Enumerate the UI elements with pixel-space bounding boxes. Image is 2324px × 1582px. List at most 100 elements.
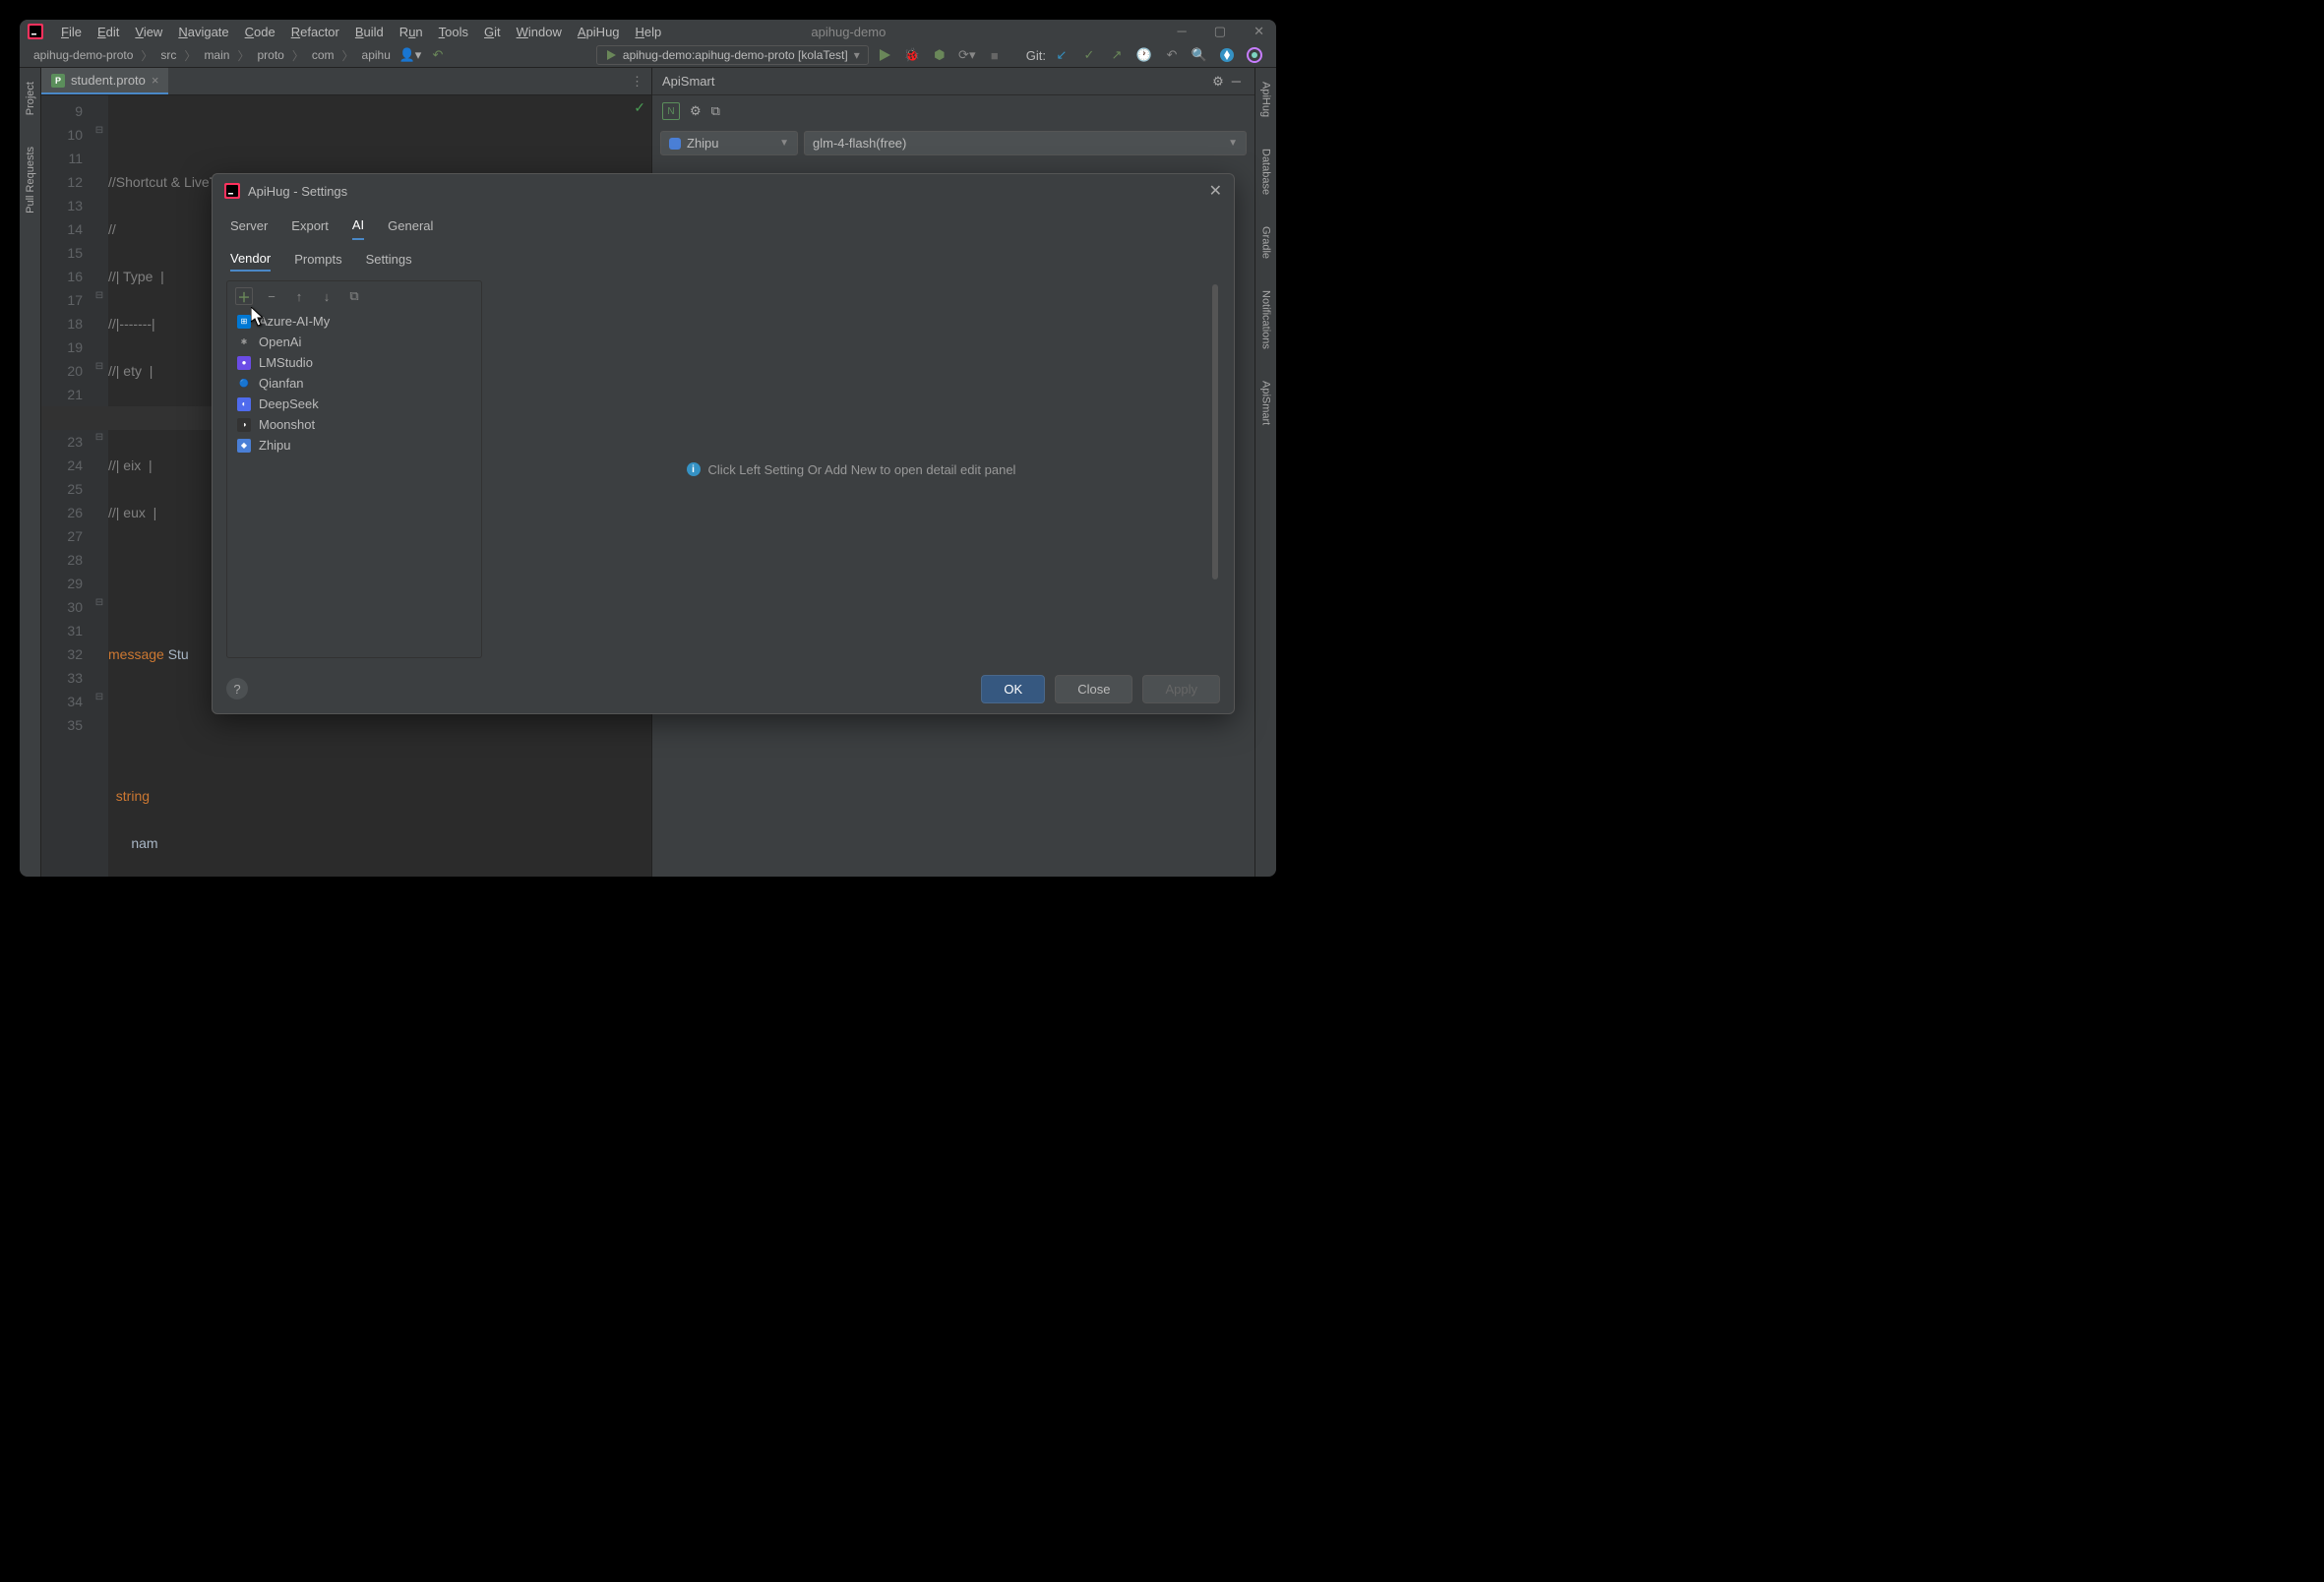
maximize-button[interactable]: ▢: [1210, 20, 1230, 43]
vendor-detail-panel: i Click Left Setting Or Add New to open …: [482, 280, 1220, 658]
run-config-label: apihug-demo:apihug-demo-proto [kolaTest]: [623, 48, 848, 62]
copy-vendor-button[interactable]: ⧉: [345, 287, 363, 305]
close-button[interactable]: ✕: [1250, 20, 1268, 43]
vendor-item-openai[interactable]: ✱OpenAi: [227, 332, 481, 352]
coverage-button[interactable]: ⬢: [928, 43, 951, 67]
right-tool-gutter: ApiHug Database Gradle Notifications Api…: [1254, 68, 1276, 877]
crumb[interactable]: com: [308, 46, 338, 64]
search-icon[interactable]: 🔍: [1188, 43, 1211, 67]
crumb[interactable]: src: [156, 46, 180, 64]
user-icon[interactable]: 👤▾: [398, 43, 422, 67]
tool-gradle[interactable]: Gradle: [1260, 220, 1272, 265]
dialog-secondary-tabs: Vendor Prompts Settings: [213, 243, 1234, 274]
apihug-icon[interactable]: [1243, 43, 1266, 67]
chat-settings-icon[interactable]: ⚙: [690, 103, 702, 119]
remove-vendor-button[interactable]: −: [263, 287, 280, 305]
vendor-toolbar: ＋ − ↑ ↓ ⧉: [227, 281, 481, 311]
vendor-item-qianfan[interactable]: 🔵Qianfan: [227, 373, 481, 394]
inspection-ok-icon[interactable]: ✓: [634, 99, 645, 116]
move-up-button[interactable]: ↑: [290, 287, 308, 305]
debug-button[interactable]: 🐞: [900, 43, 924, 67]
tool-apihug[interactable]: ApiHug: [1260, 76, 1272, 123]
move-down-button[interactable]: ↓: [318, 287, 336, 305]
menu-view[interactable]: View: [129, 21, 168, 43]
dialog-scrollbar[interactable]: [1212, 284, 1218, 579]
menu-code[interactable]: Code: [239, 21, 281, 43]
tab-ai[interactable]: AI: [352, 212, 364, 240]
tab-vendor[interactable]: Vendor: [230, 247, 271, 272]
copy-icon[interactable]: ⧉: [711, 103, 720, 119]
add-vendor-button[interactable]: ＋: [235, 287, 253, 305]
crumb[interactable]: apihug-demo-proto: [30, 46, 137, 64]
ok-button[interactable]: OK: [981, 675, 1045, 703]
panel-title: ApiSmart: [662, 74, 1208, 89]
menu-git[interactable]: Git: [478, 21, 507, 43]
minimize-button[interactable]: ─: [1174, 20, 1191, 43]
profile-button[interactable]: ⟳▾: [955, 43, 979, 67]
vendor-item-azure[interactable]: ⊞Azure-AI-My: [227, 311, 481, 332]
git-history-icon[interactable]: 🕐: [1132, 43, 1156, 67]
tab-server[interactable]: Server: [230, 213, 268, 239]
menu-window[interactable]: Window: [511, 21, 568, 43]
menu-refactor[interactable]: Refactor: [285, 21, 345, 43]
crumb[interactable]: main: [200, 46, 233, 64]
breadcrumb[interactable]: apihug-demo-proto〉 src〉 main〉 proto〉 com…: [30, 46, 395, 64]
lmstudio-icon: ●: [237, 356, 251, 370]
panel-toolbar: N ⚙ ⧉: [652, 95, 1254, 127]
tab-export[interactable]: Export: [291, 213, 329, 239]
menu-navigate[interactable]: Navigate: [172, 21, 234, 43]
tab-menu-icon[interactable]: ⋮: [623, 74, 651, 90]
panel-settings-icon[interactable]: ⚙: [1208, 74, 1228, 90]
tab-settings[interactable]: Settings: [366, 248, 412, 271]
model-select[interactable]: glm-4-flash(free) ▼: [804, 131, 1247, 155]
menu-help[interactable]: Help: [630, 21, 668, 43]
menu-tools[interactable]: Tools: [433, 21, 474, 43]
git-rollback-icon[interactable]: ↶: [1160, 43, 1184, 67]
run-button[interactable]: [873, 43, 896, 67]
dialog-body: ＋ − ↑ ↓ ⧉ ⊞Azure-AI-My ✱OpenAi ●LMStudio…: [213, 274, 1234, 664]
menu-apihug[interactable]: ApiHug: [572, 21, 626, 43]
dialog-close-icon[interactable]: ✕: [1209, 181, 1222, 201]
vendor-item-zhipu[interactable]: ◆Zhipu: [227, 435, 481, 456]
tool-pullrequests[interactable]: Pull Requests: [25, 141, 36, 219]
panel-hide-icon[interactable]: ─: [1228, 74, 1245, 89]
close-tab-icon[interactable]: ×: [152, 73, 159, 88]
settings-dialog: ApiHug - Settings ✕ Server Export AI Gen…: [212, 173, 1235, 714]
git-push-icon[interactable]: ↗: [1105, 43, 1129, 67]
git-commit-icon[interactable]: ✓: [1077, 43, 1101, 67]
tool-database[interactable]: Database: [1260, 143, 1272, 201]
azure-icon: ⊞: [237, 315, 251, 329]
vendor-item-deepseek[interactable]: ◐DeepSeek: [227, 394, 481, 414]
vendor-item-lmstudio[interactable]: ●LMStudio: [227, 352, 481, 373]
tab; prompts[interactable]: Prompts: [294, 248, 341, 271]
tool-notifications[interactable]: Notifications: [1260, 284, 1272, 355]
run-config-select[interactable]: apihug-demo:apihug-demo-proto [kolaTest]…: [596, 45, 869, 65]
proto-file-icon: P: [51, 74, 65, 88]
close-button[interactable]: Close: [1055, 675, 1132, 703]
vendor-item-moonshot[interactable]: ◑Moonshot: [227, 414, 481, 435]
apply-button[interactable]: Apply: [1142, 675, 1220, 703]
crumb[interactable]: apihu: [358, 46, 395, 64]
git-update-icon[interactable]: ↙: [1050, 43, 1073, 67]
editor-tabs: P student.proto × ⋮: [41, 68, 651, 95]
tool-project[interactable]: Project: [25, 76, 36, 121]
project-name: apihug-demo: [811, 25, 886, 39]
help-button[interactable]: ?: [226, 678, 248, 700]
stop-button[interactable]: ■: [983, 43, 1007, 67]
menu-build[interactable]: Build: [349, 21, 390, 43]
tool-apismart[interactable]: ApiSmart: [1260, 375, 1272, 431]
line-numbers: 9101112131415161718192021222324252627282…: [41, 95, 91, 877]
menu-edit[interactable]: Edit: [92, 21, 125, 43]
dialog-titlebar: ApiHug - Settings ✕: [213, 174, 1234, 208]
menu-run[interactable]: Run: [394, 21, 429, 43]
vendor-select[interactable]: Zhipu ▼: [660, 131, 798, 155]
menu-file[interactable]: File: [55, 21, 88, 43]
settings-sync-icon[interactable]: [1215, 43, 1239, 67]
panel-header: ApiSmart ⚙ ─: [652, 68, 1254, 95]
file-tab[interactable]: P student.proto ×: [41, 68, 168, 94]
tab-general[interactable]: General: [388, 213, 433, 239]
back-arrow-icon[interactable]: ↶: [426, 43, 450, 67]
crumb[interactable]: proto: [253, 46, 287, 64]
new-chat-icon[interactable]: N: [662, 102, 680, 120]
info-icon: i: [687, 462, 701, 476]
